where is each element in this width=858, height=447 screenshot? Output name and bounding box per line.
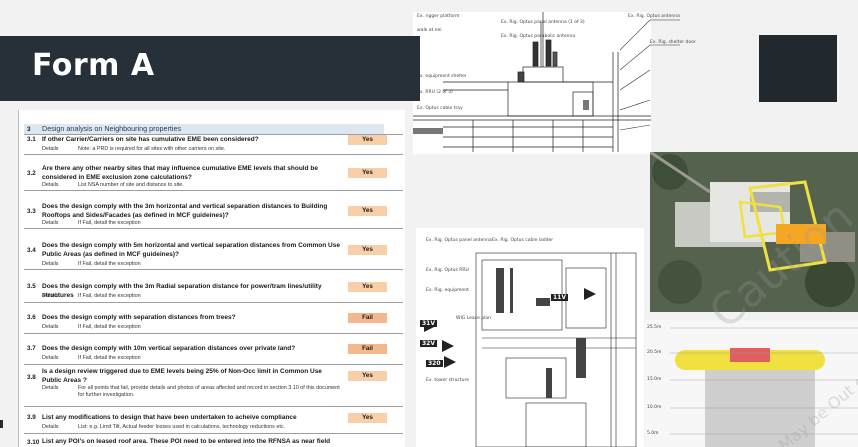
question-number: 3.1 [27,136,36,143]
question-number: 3.4 [27,247,36,254]
question-number: 3.2 [27,170,36,177]
sector-marker: 32V [420,340,437,347]
answer-cell[interactable]: Yes [348,245,387,255]
drawing-note: walk at nei [417,28,442,33]
divider [24,154,403,155]
question-text: Are there any other nearby sites that ma… [42,165,318,181]
question-number: 3.6 [27,314,36,321]
drawing-note: Ex. equipment shelter [417,74,467,79]
details-text[interactable]: If Fail, detail the exception [78,293,346,300]
answer-cell[interactable]: Fail [348,313,387,323]
answer-cell[interactable]: Yes [348,371,387,381]
details-text[interactable]: For all points that fail, provide detail… [78,385,346,398]
details-text[interactable]: List NSA number of site and distance to … [78,182,346,189]
drawing-note: Ex. Rig. Optus RRU [426,268,469,273]
decorative-panel [759,35,837,102]
drawing-note: Ex. tower structure [426,378,470,383]
details-label: Details [42,293,59,299]
answer-cell[interactable]: Yes [348,413,387,423]
section-title: Design analysis on Neighbouring properti… [42,124,182,133]
divider [24,333,403,334]
drawing-note: Ex. Rig. equipment [426,288,469,293]
details-label: Details [42,146,59,152]
question-number: 3.3 [27,208,36,215]
drawing-note: Ex. Rig. Optus cable ladder [492,238,554,243]
answer-cell[interactable]: Yes [348,282,387,292]
details-text[interactable]: If Fail, detail the exception [78,355,346,362]
question-number: 3.5 [27,283,36,290]
details-text[interactable]: Note: a PRD is required for all sites wi… [78,146,346,153]
divider [24,190,403,191]
details-label: Details [42,261,59,267]
divider [24,433,403,434]
height-label: 10.0m [647,405,662,410]
site-plan-svg [424,252,637,447]
question-number: 3.7 [27,345,36,352]
slide-edge-marker [0,420,3,428]
question-number: 3.9 [27,414,36,421]
question-text: Is a design review triggered due to EME … [42,368,322,384]
divider [24,269,403,270]
details-label: Details [42,355,59,361]
details-label: Details [42,220,59,226]
question-text: List any modifications to design that ha… [42,414,297,421]
divider [24,364,403,365]
drawing-note: Ex. Rig. Optus panel antenna (1 of 3) [501,20,585,25]
presentation-slide: Ex. rigger platform walk at nei Ex. Rig.… [0,0,858,447]
question-number: 3.10 [27,439,40,446]
drawing-note: Ex. Rig. Optus parabolic antenna [501,34,576,39]
drawing-note: WIG Lease plan [456,316,491,321]
details-label: Details [42,182,59,188]
divider [24,302,403,303]
details-text[interactable]: If Fail, detail the exception [78,261,346,268]
drawing-note: Ex. RRU (2 of 3) [417,90,453,95]
sector-marker: 31V [420,320,437,327]
slide-title: Form A [32,48,155,83]
divider [24,134,403,135]
details-text[interactable]: List: e.g. Limit Tilt, Actual feeder los… [78,424,346,431]
answer-cell[interactable]: Yes [348,206,387,216]
divider [24,406,403,407]
details-label: Details [42,424,59,430]
tower-elevation-drawing: Ex. rigger platform walk at nei Ex. Rig.… [413,12,651,154]
elevation-svg [670,327,858,447]
drawing-note: Ex. Optus cable tray [417,106,463,111]
height-label: 20.5m [647,350,662,355]
drawing-note: Ex. Rig. Optus antenna [628,14,680,19]
drawing-note: Ex. Rig. shelter door [650,40,696,45]
drawing-callouts: Ex. Rig. Optus antenna Ex. Rig. shelter … [620,10,760,150]
answer-cell[interactable]: Fail [348,344,387,354]
eme-elevation-diagram: 25.5m 20.5m 15.0m 10.0m 5.0m [645,320,858,447]
question-number: 3.8 [27,374,36,381]
section-number: 3 [27,126,31,133]
question-text: If other Carrier/Carriers on site has cu… [42,136,259,143]
details-label: Details [42,385,59,391]
height-label: 15.0m [647,377,662,382]
details-text[interactable]: If Fail, detail the exception [78,324,346,331]
question-text: Does the design comply with separation d… [42,314,236,321]
details-label: Details [42,324,59,330]
form-document: 3 Design analysis on Neighbouring proper… [18,110,405,447]
drawing-note: Ex. Rig. Optus panel antenna [426,238,492,243]
question-text: Does the design comply with 10m vertical… [42,345,296,352]
drawing-note: Ex. rigger platform [417,14,460,19]
question-text: Does the design comply with 5m horizonta… [42,242,340,258]
sector-marker: 11V [551,294,568,301]
details-text[interactable]: If Fail, detail the exception [78,220,346,227]
callout-lines-svg [620,19,680,131]
question-text: Does the design comply with the 3m horiz… [42,203,328,219]
divider [24,228,403,229]
sector-marker: 320 [426,360,443,367]
height-label: 25.5m [647,325,662,330]
title-banner: Form A [0,36,420,101]
height-label: 5.0m [647,431,659,436]
answer-cell[interactable]: Yes [348,168,387,178]
answer-cell[interactable]: Yes [348,135,387,145]
site-plan-drawing: Ex. Rig. Optus panel antenna Ex. Rig. Op… [416,228,644,447]
question-text: List any POI's on leased roof area. Thes… [42,438,331,445]
